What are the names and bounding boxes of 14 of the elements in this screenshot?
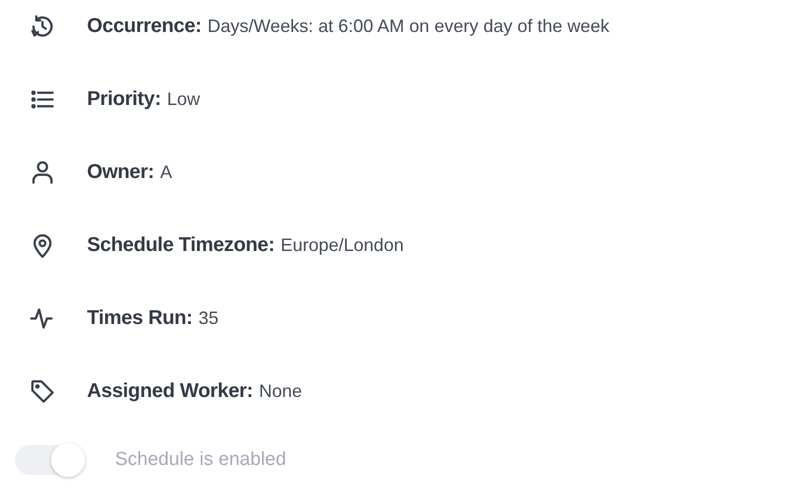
field-label: Times Run:: [87, 306, 193, 330]
field-label: Owner:: [87, 160, 154, 184]
field-value: Days/Weeks: at 6:00 AM on every day of the week: [208, 16, 610, 36]
field-label: Occurrence:: [87, 14, 202, 38]
field-label: Schedule Timezone:: [87, 234, 275, 256]
field-label: Assigned Worker:: [87, 380, 253, 402]
toggle-label: Schedule is enabled: [115, 449, 286, 471]
tag-icon: [29, 378, 56, 404]
field-label: Priority:: [87, 88, 161, 110]
field-value: Low: [166, 88, 200, 110]
field-value: None: [258, 380, 302, 402]
field-value: Europe/London: [280, 234, 404, 256]
field-value: A: [160, 162, 172, 182]
field-value: 35: [198, 308, 219, 328]
